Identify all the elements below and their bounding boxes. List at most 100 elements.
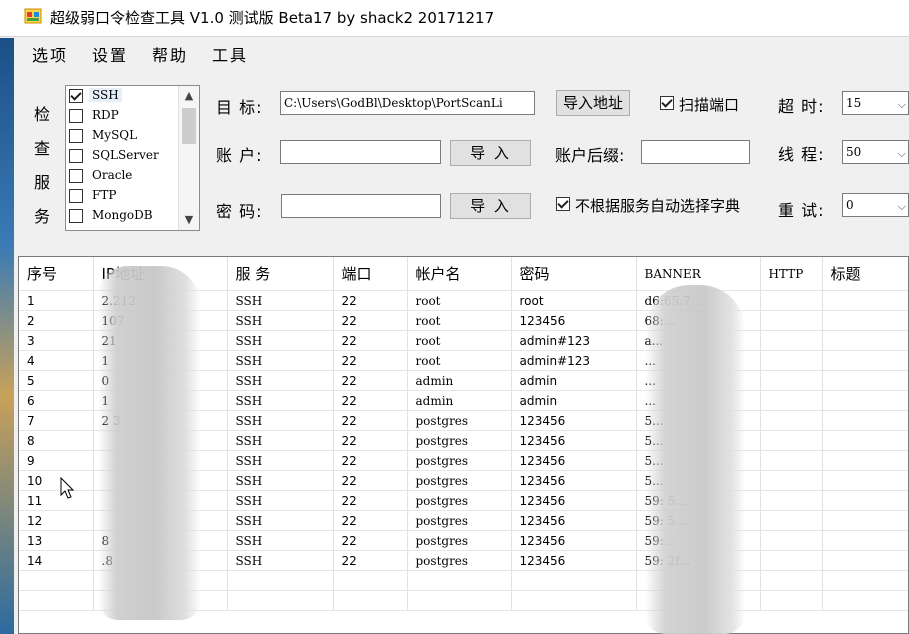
cell-username: root [407,290,512,311]
cell-index: 11 [19,490,94,511]
empty-cell [822,570,908,591]
empty-cell [822,590,908,611]
target-label: 目 标: [216,98,263,117]
cell-http [760,450,823,471]
checkbox[interactable] [69,169,83,183]
checkbox[interactable] [69,129,83,143]
empty-cell [407,570,512,591]
timeout-select[interactable]: 15 ⌵ [842,91,909,115]
cell-password: 123456 [511,410,637,431]
cell-password: admin#123 [511,330,637,351]
cell-password: 123456 [511,470,637,491]
account-suffix-label: 账户后缀: [555,146,625,165]
desktop-background-strip [0,38,14,634]
cell-port: 22 [333,550,408,571]
cell-service: SSH [227,550,334,571]
window-title: 超级弱口令检查工具 V1.0 测试版 Beta17 by shack2 2017… [50,9,495,27]
menu-tools[interactable]: 工具 [212,42,248,66]
service-checklist[interactable]: SSH RDP MySQL SQLServer Oracle FTP Mongo… [65,85,200,231]
col-header-http[interactable]: HTTP [760,257,823,291]
col-header-service[interactable]: 服 务 [227,257,334,291]
cell-service: SSH [227,370,334,391]
cell-port: 22 [333,510,408,531]
scroll-thumb[interactable] [182,108,196,144]
checkbox[interactable] [660,96,674,110]
account-suffix-input[interactable] [641,140,750,164]
empty-cell [227,570,334,591]
col-header-username[interactable]: 帐户名 [407,257,512,291]
checkbox[interactable] [69,189,83,203]
cell-http [760,390,823,411]
scan-ports-checkbox[interactable]: 扫描端口 [660,94,760,114]
password-import-button[interactable]: 导 入 [450,193,531,219]
cell-title [822,450,908,471]
checkbox[interactable] [69,109,83,123]
cell-username: postgres [407,470,512,491]
cell-title [822,310,908,331]
cell-service: SSH [227,310,334,331]
target-input[interactable]: C:\Users\GodBl\Desktop\PortScanLi [280,91,535,115]
empty-cell [19,590,94,611]
cell-http [760,310,823,331]
menu-options[interactable]: 选项 [32,42,68,66]
cell-title [822,330,908,351]
cell-http [760,290,823,311]
auto-dict-checkbox[interactable]: 不根据服务自动选择字典 [556,195,756,215]
service-item-mysql[interactable]: MySQL [68,127,176,147]
cell-password: 123456 [511,510,637,531]
cell-service: SSH [227,290,334,311]
service-list-scrollbar[interactable]: ▲ ▼ [178,86,199,230]
cell-port: 22 [333,310,408,331]
threads-select[interactable]: 50 ⌵ [842,140,909,164]
cell-username: root [407,350,512,371]
cell-username: postgres [407,450,512,471]
empty-cell [407,590,512,611]
service-item-sqlserver[interactable]: SQLServer [68,147,176,167]
service-item-mongodb[interactable]: MongoDB [68,207,176,227]
service-item-rdp[interactable]: RDP [68,107,176,127]
import-address-button[interactable]: 导入地址 [556,90,630,116]
empty-cell [760,590,823,611]
cell-index: 8 [19,430,94,451]
cell-password: 123456 [511,530,637,551]
scroll-up-icon[interactable]: ▲ [179,86,199,106]
cell-index: 10 [19,470,94,491]
col-header-title[interactable]: 标题 [822,257,908,291]
service-item-ftp[interactable]: FTP [68,187,176,207]
cell-password: root [511,290,637,311]
checkbox[interactable] [69,89,83,103]
service-item-oracle[interactable]: Oracle [68,167,176,187]
cell-index: 4 [19,350,94,371]
cell-title [822,370,908,391]
app-icon [24,8,42,24]
scroll-down-icon[interactable]: ▼ [179,210,199,230]
account-input[interactable] [280,140,441,164]
account-import-button[interactable]: 导 入 [450,140,531,166]
checkbox[interactable] [69,149,83,163]
menu-settings[interactable]: 设置 [92,42,128,66]
cell-title [822,290,908,311]
checkbox[interactable] [69,209,83,223]
retry-select[interactable]: 0 ⌵ [842,193,909,217]
cell-index: 12 [19,510,94,531]
cell-index: 1 [19,290,94,311]
cell-service: SSH [227,470,334,491]
cell-port: 22 [333,410,408,431]
cell-index: 7 [19,410,94,431]
service-item-ssh[interactable]: SSH [68,87,176,107]
cell-port: 22 [333,390,408,411]
menu-help[interactable]: 帮助 [152,42,188,66]
cell-service: SSH [227,510,334,531]
cell-username: root [407,310,512,331]
cell-port: 22 [333,470,408,491]
password-input[interactable] [281,194,441,218]
cell-title [822,470,908,491]
empty-cell [19,570,94,591]
cell-username: postgres [407,510,512,531]
cell-title [822,350,908,371]
col-header-password[interactable]: 密码 [511,257,637,291]
col-header-port[interactable]: 端口 [333,257,408,291]
checkbox[interactable] [556,197,570,211]
col-header-index[interactable]: 序号 [19,257,94,291]
threads-label: 线 程: [778,145,825,164]
